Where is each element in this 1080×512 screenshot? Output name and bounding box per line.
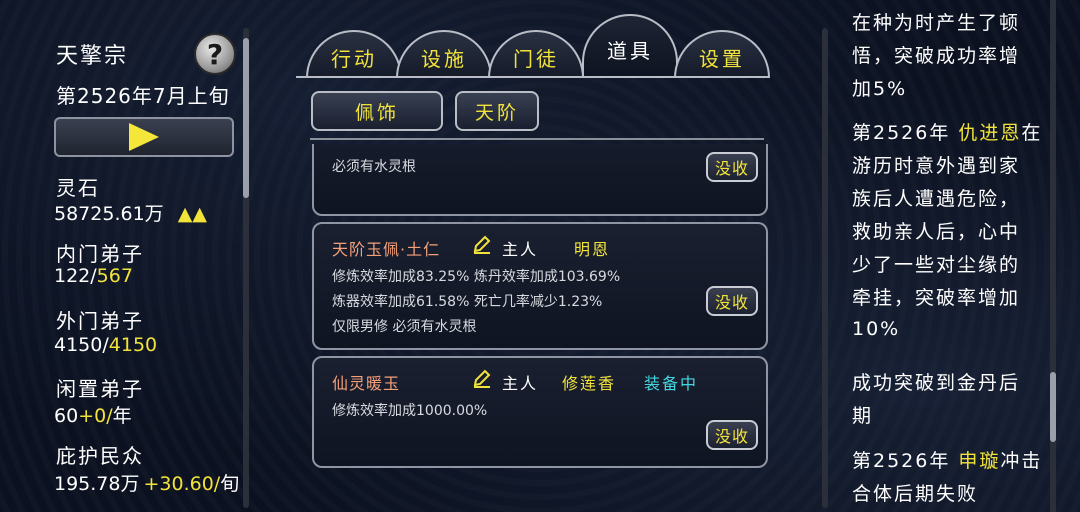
item-card: 天阶玉佩·土仁 主人 明恩 修炼效率加成83.25% 炼丹效率加成103.69%… <box>312 222 768 350</box>
disciple-name: 申璇 <box>958 450 1001 472</box>
log-line: 游历时意外遇到家 <box>852 155 1021 177</box>
increase-arrows-icon: ▲▲ <box>177 203 207 225</box>
tab-settings[interactable]: 设置 <box>674 30 770 78</box>
item-description-line: 必须有水灵根 <box>332 159 416 175</box>
inner-disciples-value: 122/567 <box>54 265 133 287</box>
log-line: 加5% <box>852 78 908 100</box>
tab-actions[interactable]: 行动 <box>306 30 402 78</box>
sect-name: 天擎宗 <box>56 44 129 69</box>
subtab-heaven-grade[interactable]: 天阶 <box>455 91 539 131</box>
event-log: 在种为时产生了顿 悟，突破成功率增 加5% 第2526年 仇进恩在 游历时意外遇… <box>852 0 1042 512</box>
log-line: 在种为时产生了顿 <box>852 12 1021 34</box>
center-scrollbar[interactable] <box>822 28 828 508</box>
log-line: 第2526年 申璇冲击 <box>852 450 1042 472</box>
item-description-line: 修炼效率加成1000.00% <box>332 403 488 419</box>
log-line: 救助亲人后，心中 <box>852 221 1021 243</box>
log-line: 10% <box>852 318 901 340</box>
log-line: 少了一些对尘缘的 <box>852 254 1021 276</box>
reclaim-button[interactable]: 没收 <box>706 152 758 182</box>
protected-people-label: 庇护民众 <box>56 444 144 468</box>
sect-status-panel: 天擎宗 ? 第2526年7月上旬 灵石 58725.61万 ▲▲ 内门弟子 12… <box>0 0 260 512</box>
tab-disciples[interactable]: 门徒 <box>488 30 584 78</box>
tab-divider <box>296 76 768 78</box>
help-button[interactable]: ? <box>194 33 236 75</box>
spirit-stone-label: 灵石 <box>56 176 100 200</box>
log-line: 成功突破到金丹后 <box>852 372 1021 394</box>
spirit-stone-value: 58725.61万 ▲▲ <box>54 203 207 225</box>
advance-time-button[interactable] <box>54 117 234 157</box>
game-date: 第2526年7月上旬 <box>56 84 230 108</box>
main-tabs: 行动 设施 门徒 道具 设置 <box>296 8 770 78</box>
reclaim-button[interactable]: 没收 <box>706 286 758 316</box>
equipped-status: 装备中 <box>644 374 699 393</box>
log-line: 悟，突破成功率增 <box>852 45 1021 67</box>
subtab-accessories[interactable]: 佩饰 <box>311 91 443 131</box>
outer-disciples-value: 4150/4150 <box>54 334 158 356</box>
idle-disciples-label: 闲置弟子 <box>56 377 144 401</box>
log-line: 合体后期失败 <box>852 483 979 505</box>
left-scrollbar[interactable] <box>243 28 249 508</box>
protected-people-value: 195.78万 +30.60/旬 <box>54 473 240 495</box>
owner-label: 主人 <box>502 374 539 393</box>
item-owner[interactable]: 明恩 <box>574 236 610 260</box>
log-scrollbar-thumb[interactable] <box>1050 372 1056 442</box>
tab-items[interactable]: 道具 <box>582 14 678 78</box>
inner-disciples-label: 内门弟子 <box>56 242 144 266</box>
log-line: 期 <box>852 405 874 427</box>
item-description-line: 仅限男修 必须有水灵根 <box>332 319 477 335</box>
rename-pencil-icon[interactable] <box>472 234 492 254</box>
item-name: 仙灵暖玉 <box>332 374 401 393</box>
play-icon <box>129 123 159 151</box>
owner-label: 主人 <box>502 240 539 259</box>
item-list: 必须有水灵根 没收 天阶玉佩·土仁 主人 明恩 修炼效率加成83.25% 炼丹效… <box>310 144 770 512</box>
log-scrollbar[interactable] <box>1050 0 1056 512</box>
tab-facilities[interactable]: 设施 <box>396 30 492 78</box>
item-description-line: 修炼效率加成83.25% 炼丹效率加成103.69% <box>332 269 621 285</box>
log-line: 牵挂，突破率增加 <box>852 287 1021 309</box>
item-name: 天阶玉佩·土仁 <box>332 240 441 259</box>
outer-disciples-label: 外门弟子 <box>56 309 144 333</box>
disciple-name: 仇进恩 <box>958 122 1022 144</box>
item-description-line: 炼器效率加成61.58% 死亡几率减少1.23% <box>332 294 603 310</box>
item-card: 必须有水灵根 没收 <box>312 144 768 216</box>
left-scrollbar-thumb[interactable] <box>243 38 249 198</box>
log-line: 第2526年 仇进恩在 <box>852 122 1042 144</box>
subtab-divider <box>310 138 764 140</box>
item-owner[interactable]: 修莲香 <box>562 370 616 394</box>
rename-pencil-icon[interactable] <box>472 368 492 388</box>
reclaim-button[interactable]: 没收 <box>706 420 758 450</box>
idle-disciples-value: 60+0/年 <box>54 405 132 427</box>
log-line: 族后人遭遇危险， <box>852 188 1021 210</box>
item-card: 仙灵暖玉 主人 修莲香 装备中 修炼效率加成1000.00% 没收 <box>312 356 768 468</box>
